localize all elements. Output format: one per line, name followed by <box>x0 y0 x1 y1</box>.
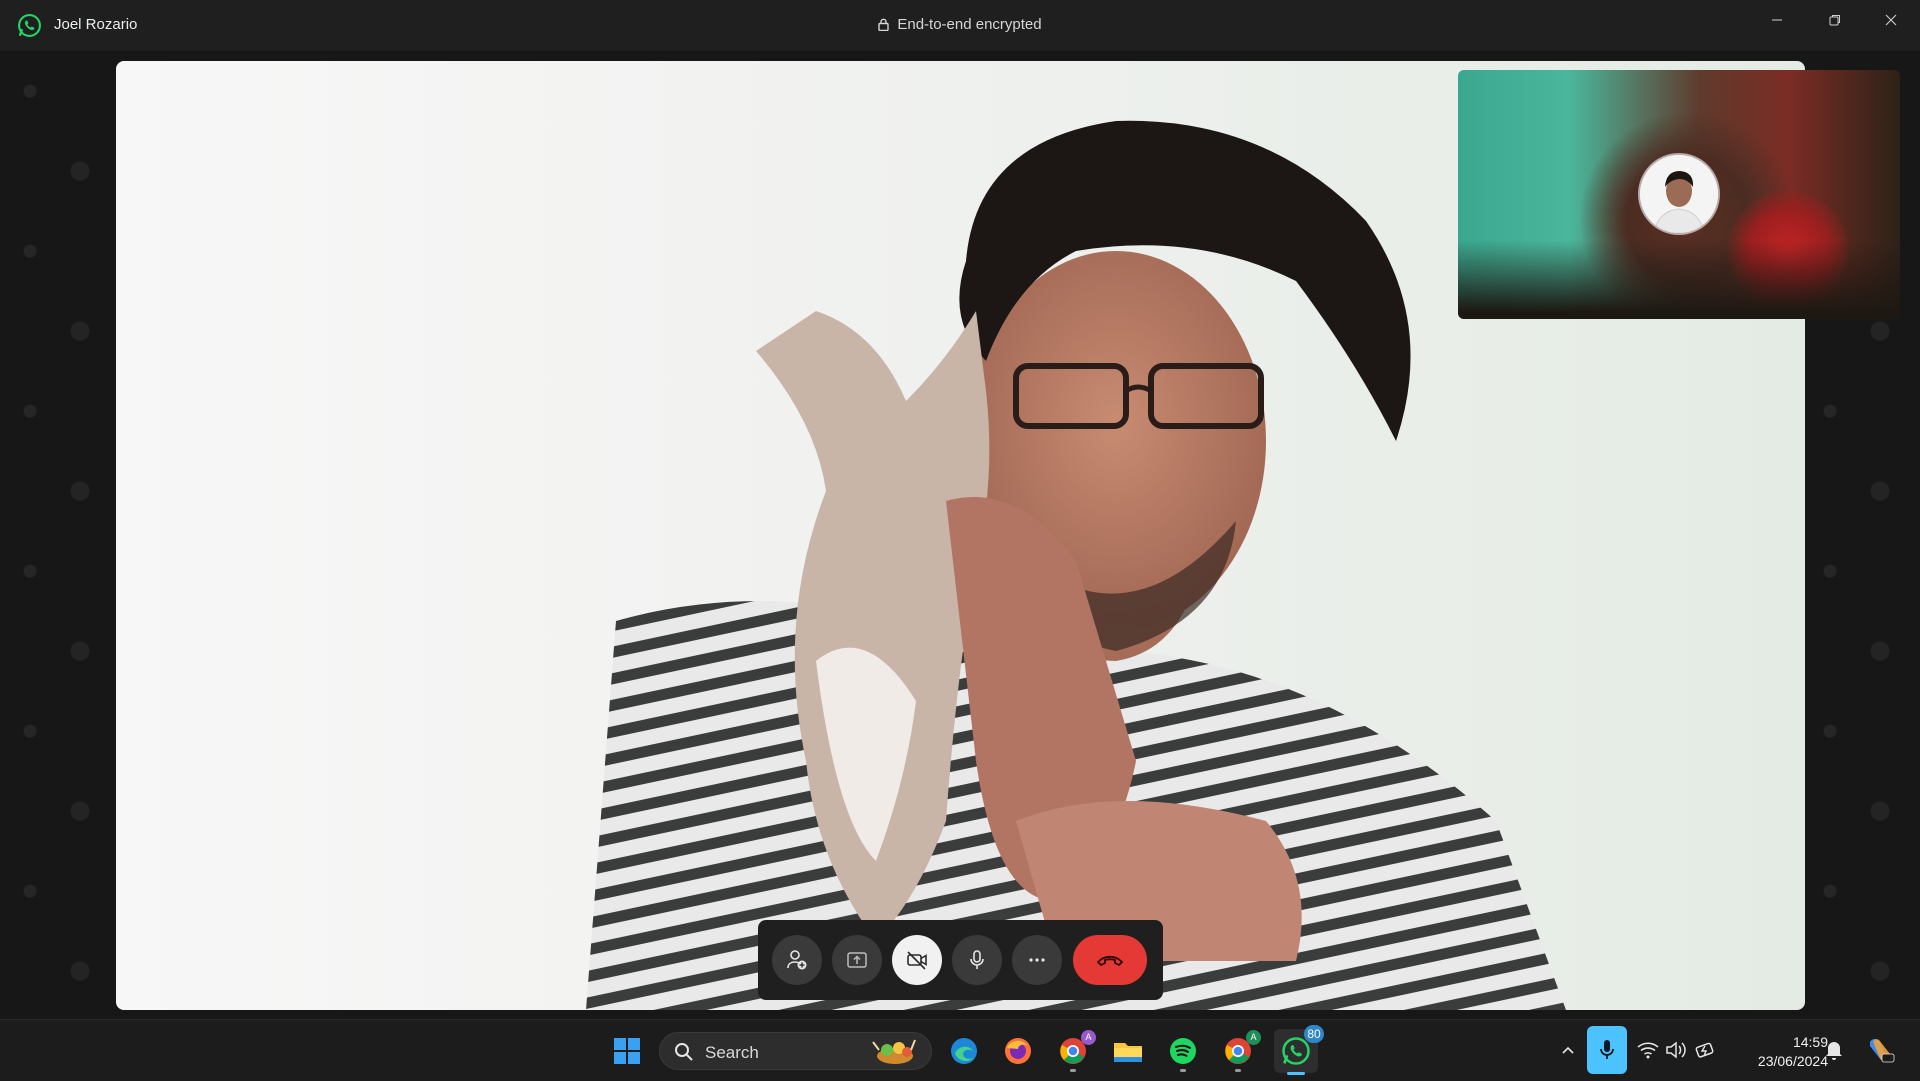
windows-start-icon <box>614 1038 640 1064</box>
minimize-button[interactable] <box>1748 0 1806 40</box>
copilot-button[interactable] <box>1864 1034 1896 1066</box>
running-indicator <box>1235 1069 1241 1072</box>
running-indicator <box>1070 1069 1076 1072</box>
notification-count-badge: 80 <box>1304 1025 1324 1043</box>
lock-icon <box>878 18 890 31</box>
microphone-in-use-indicator[interactable] <box>1587 1026 1627 1074</box>
minimize-icon <box>1772 19 1782 21</box>
chevron-up-icon <box>1562 1046 1574 1054</box>
running-indicator <box>1180 1069 1186 1072</box>
share-screen-button[interactable] <box>832 935 882 985</box>
video-off-icon <box>907 951 927 970</box>
microphone-active-icon <box>1600 1040 1614 1059</box>
taskbar-file-explorer[interactable] <box>1109 1032 1147 1070</box>
system-clock[interactable]: 14:59 23/06/2024 <box>1728 1033 1828 1071</box>
clock-time: 14:59 <box>1792 1034 1828 1050</box>
restore-button[interactable] <box>1806 0 1864 40</box>
spotify-icon <box>1170 1038 1196 1064</box>
taskbar-whatsapp[interactable]: 80 <box>1274 1025 1324 1075</box>
show-hidden-icons-button[interactable] <box>1556 1038 1580 1062</box>
blur-shape <box>1458 240 1900 319</box>
wifi-icon <box>1637 1042 1659 1059</box>
close-icon <box>1885 14 1897 26</box>
end-call-button[interactable] <box>1073 935 1147 985</box>
encryption-label: End-to-end encrypted <box>897 16 1042 33</box>
volume-icon <box>1666 1041 1686 1059</box>
restore-icon <box>1829 15 1840 26</box>
copilot-icon <box>1870 1039 1895 1063</box>
close-button[interactable] <box>1862 0 1920 40</box>
phone-hangup-icon <box>1097 955 1123 966</box>
bell-icon <box>1826 1042 1842 1060</box>
self-video-preview[interactable] <box>1458 70 1900 319</box>
active-indicator <box>1287 1072 1305 1075</box>
avatar <box>1640 155 1718 233</box>
profile-photo-icon <box>1640 155 1718 233</box>
taskbar-chrome-a[interactable]: A <box>1054 1030 1096 1072</box>
notifications-button[interactable] <box>1822 1038 1846 1062</box>
file-explorer-icon <box>1114 1043 1142 1062</box>
battery-charging-icon <box>1695 1042 1714 1058</box>
search-highlight-icon <box>872 1039 916 1064</box>
add-participant-button[interactable] <box>772 935 822 985</box>
camera-off-button[interactable] <box>892 935 942 985</box>
profile-badge: A <box>1081 1030 1096 1045</box>
taskbar-edge[interactable] <box>945 1032 983 1070</box>
search-icon <box>675 1043 693 1061</box>
microphone-icon <box>970 950 984 969</box>
call-controls-bar <box>758 920 1163 1000</box>
taskbar-spotify[interactable] <box>1164 1032 1202 1072</box>
title-bar: Joel Rozario End-to-end encrypted <box>0 0 1920 51</box>
battery-status[interactable] <box>1694 1038 1718 1062</box>
wifi-status[interactable] <box>1636 1038 1660 1062</box>
add-person-icon <box>787 950 807 970</box>
taskbar-chrome-b[interactable]: A <box>1219 1030 1261 1072</box>
clock-date: 23/06/2024 <box>1757 1053 1828 1069</box>
edge-icon <box>951 1038 977 1064</box>
volume-control[interactable] <box>1664 1038 1688 1062</box>
start-button[interactable] <box>608 1032 646 1070</box>
taskbar-firefox[interactable] <box>999 1032 1037 1070</box>
encryption-status: End-to-end encrypted <box>0 16 1920 33</box>
more-icon <box>1029 958 1045 962</box>
firefox-icon <box>1005 1038 1031 1064</box>
microphone-button[interactable] <box>952 935 1002 985</box>
more-options-button[interactable] <box>1012 935 1062 985</box>
share-screen-icon <box>847 952 867 968</box>
windows-taskbar: Search A A 80 14:59 23/06/2024 <box>0 1019 1920 1081</box>
search-label: Search <box>705 1043 759 1062</box>
taskbar-search[interactable]: Search <box>659 1032 932 1070</box>
profile-badge: A <box>1246 1030 1261 1045</box>
